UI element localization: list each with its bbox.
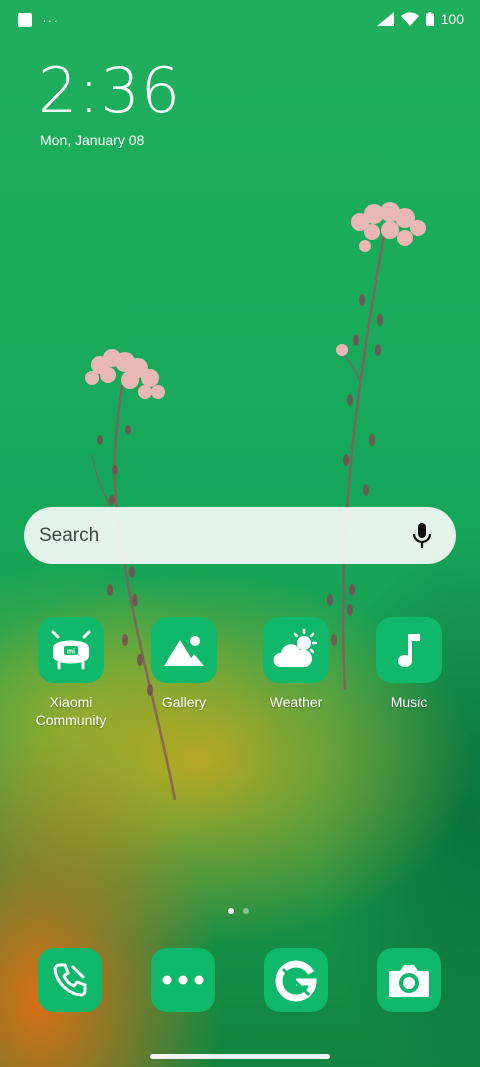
camera-icon [389,965,429,997]
xiaomi-community-icon: mi [38,617,104,683]
svg-text:mi: mi [67,649,75,656]
app-label: Weather [269,694,323,710]
clock-date: Mon, January 08 [40,132,145,148]
more-dots-icon: ··· [42,12,59,28]
phone-icon [53,963,87,997]
microphone-icon[interactable] [410,522,434,550]
app-music[interactable]: Music [353,617,465,711]
app-gallery[interactable]: Gallery [128,617,240,711]
dock-messages[interactable] [151,948,215,1012]
messages-icon [162,975,204,985]
gesture-navigation-bar[interactable] [150,1054,330,1059]
status-bar: ··· 100 [0,0,480,44]
dock-google[interactable] [264,948,328,1012]
dock-phone[interactable] [38,948,102,1012]
google-icon [275,960,317,1002]
app-label: Music [390,694,428,710]
page-indicator [228,908,249,914]
app-weather[interactable]: Weather [240,617,352,711]
clock-widget[interactable]: 2:36 Mon, January 08 [38,54,182,149]
gallery-icon [151,617,217,683]
app-label: Xiaomi Community [35,694,107,728]
music-icon [376,617,442,683]
battery-icon [425,12,434,26]
wifi-icon [400,12,419,26]
dock-camera[interactable] [377,948,441,1012]
app-xiaomi-community[interactable]: mi Xiaomi Community [15,617,127,729]
notification-square-icon [18,13,32,27]
page-dot-active [228,908,234,914]
app-label: Gallery [161,694,207,710]
signal-icon [376,12,394,26]
weather-icon [263,617,329,683]
clock-time: 2:36 [38,54,182,127]
search-bar[interactable]: Search [24,507,456,564]
search-placeholder: Search [39,524,100,546]
battery-level: 100 [440,11,464,27]
page-dot [243,908,249,914]
